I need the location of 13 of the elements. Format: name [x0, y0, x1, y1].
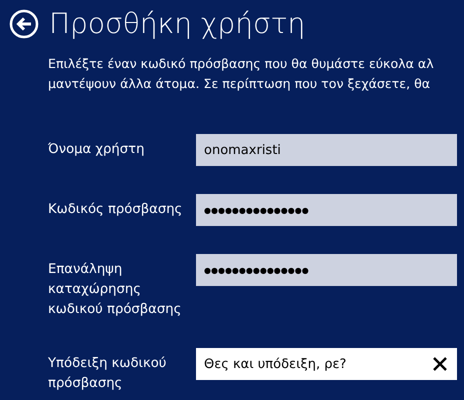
back-icon[interactable]: [9, 9, 39, 39]
clear-icon[interactable]: [432, 356, 448, 372]
field-label: Επανάληψη καταχώρησης κωδικού πρόσβασης: [48, 261, 182, 319]
field-label: Όνομα χρήστη: [48, 141, 146, 159]
input-field[interactable]: onomaxristi: [196, 134, 457, 166]
input-field[interactable]: Θες και υπόδειξη, ρε?: [196, 348, 457, 380]
input-field[interactable]: ●●●●●●●●●●●●●●●: [196, 194, 457, 226]
page-title: Προσθήκη χρήστη: [49, 6, 306, 42]
field-label: Υπόδειξη κωδικού πρόσβασης: [48, 355, 168, 393]
description-line: Επιλέξτε έναν κωδικό πρόσβασης που θα θυμάστε εύκολα αλ: [48, 55, 434, 73]
input-field[interactable]: ●●●●●●●●●●●●●●●: [196, 254, 457, 286]
description-line: μαντέψουν άλλα άτομα. Σε περίπτωση που τον ξεχάσετε, θα: [48, 75, 430, 93]
field-label: Κωδικός πρόσβασης: [48, 201, 184, 219]
